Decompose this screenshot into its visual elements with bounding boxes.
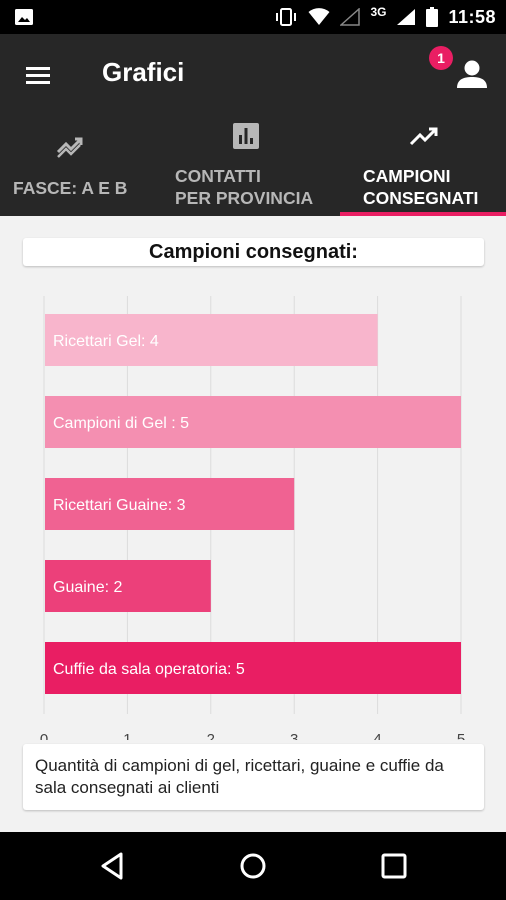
active-tab-indicator	[340, 212, 506, 216]
bar-chart: Ricettari Gel: 4 Campioni di Gel : 5 Ricet…	[40, 296, 465, 740]
tab-contatti-label-line1: CONTATTI	[175, 166, 261, 186]
recents-icon[interactable]	[378, 850, 410, 882]
home-icon[interactable]	[237, 850, 269, 882]
wifi-icon	[308, 8, 330, 25]
x-tick-label: 5	[457, 731, 465, 740]
bar-label: Ricettari Guaine: 3	[53, 497, 186, 514]
tab-fasce-label: FASCE: A e B	[13, 178, 128, 198]
network-type: 3G	[370, 5, 387, 19]
tab-contatti-label-line2: PER PROVINCIA	[175, 188, 314, 208]
bar-label: Ricettari Gel: 4	[53, 333, 159, 350]
status-bar: 3G 11:58	[0, 0, 506, 34]
bar-label: Campioni di Gel : 5	[53, 415, 189, 432]
notification-badge: 1	[429, 46, 453, 70]
bar-chart-icon	[233, 123, 259, 149]
image-notification-icon	[15, 9, 33, 25]
tab-contatti-label: CONTATTI PER PROVINCIA	[175, 165, 313, 209]
tab-fasce[interactable]: FASCE: A e B	[0, 112, 140, 216]
hamburger-menu-icon[interactable]	[24, 61, 52, 89]
bar-label: Cuffie da sala operatoria: 5	[53, 661, 245, 678]
signal-icon	[397, 9, 416, 25]
chart-title-card: Campioni consegnati:	[23, 238, 484, 266]
account-icon[interactable]	[452, 54, 492, 94]
back-icon[interactable]	[97, 850, 129, 882]
page-title: Grafici	[102, 57, 185, 87]
navigation-bar	[0, 832, 506, 900]
x-tick-label: 3	[290, 731, 298, 740]
x-tick-label: 4	[373, 731, 381, 740]
x-tick-label: 0	[40, 731, 48, 740]
tab-campioni[interactable]: CAMPIONI CONSEGNATI	[340, 112, 506, 216]
x-tick-label: 1	[123, 731, 131, 740]
vibrate-icon	[276, 8, 297, 26]
battery-icon	[426, 7, 439, 27]
clock: 11:58	[448, 6, 496, 27]
chart-x-ticks: 0 1 2 3 4 5	[40, 731, 465, 740]
tab-campioni-label-line1: CAMPIONI	[363, 166, 451, 186]
signal-outline-icon	[340, 8, 361, 26]
tab-campioni-label: CAMPIONI CONSEGNATI	[363, 165, 478, 209]
tab-contatti[interactable]: CONTATTI PER PROVINCIA	[160, 112, 335, 216]
chart-description: Quantità di campioni di gel, ricettari, …	[23, 744, 484, 810]
trending-up-icon	[409, 127, 438, 146]
x-tick-label: 2	[207, 731, 215, 740]
chart-bars: Ricettari Gel: 4 Campioni di Gel : 5 Ricet…	[45, 314, 461, 694]
tab-bar: FASCE: A e B CONTATTI PER PROVINCIA CAMP…	[0, 112, 506, 216]
bar-label: Guaine: 2	[53, 579, 122, 596]
trending-flat-icon	[56, 137, 83, 158]
app-bar: Grafici 1 FASCE: A e B CONTATTI PER PROV…	[0, 34, 506, 216]
tab-campioni-label-line2: CONSEGNATI	[363, 188, 479, 208]
